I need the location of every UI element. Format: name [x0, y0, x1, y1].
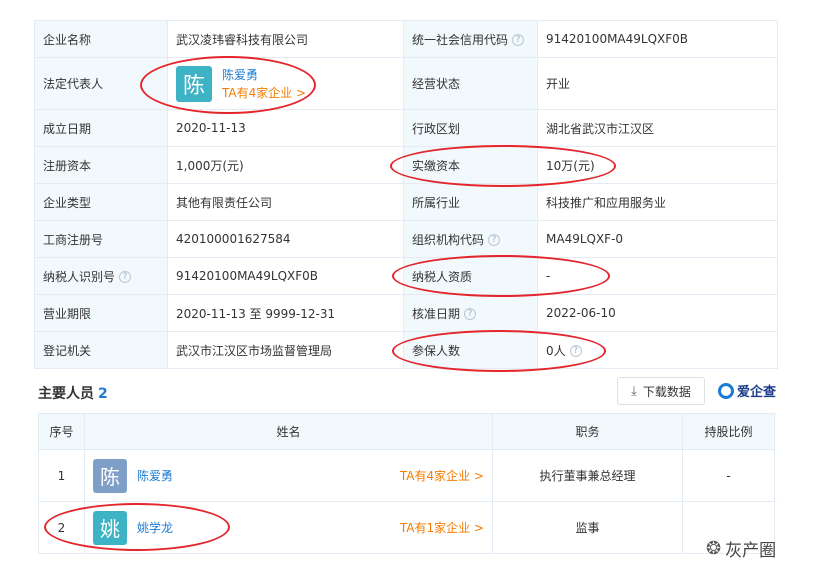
- label-taxpayer-id-text: 纳税人识别号: [43, 269, 116, 284]
- download-icon: ⤓: [631, 383, 637, 399]
- info-row-type: 企业类型 其他有限责任公司 所属行业 科技推广和应用服务业: [34, 183, 778, 221]
- help-icon[interactable]: ?: [464, 308, 477, 320]
- label-status: 经营状态: [403, 57, 538, 110]
- value-business-term: 2020-11-13 至 9999-12-31: [167, 294, 404, 332]
- col-header-position: 职务: [492, 413, 683, 450]
- help-icon[interactable]: ?: [569, 345, 582, 357]
- row-name-cell: 陈 陈爱勇 TA有4家企业 >: [84, 449, 493, 502]
- label-org-code-text: 组织机构代码: [412, 232, 485, 247]
- info-row-founded: 成立日期 2020-11-13 行政区划 湖北省武汉市江汉区: [34, 109, 778, 147]
- download-data-button[interactable]: ⤓ 下载数据: [617, 377, 705, 405]
- col-header-index: 序号: [38, 413, 85, 450]
- value-org-code: MA49LQXF-0: [537, 220, 778, 258]
- info-row-tax: 纳税人识别号? 91420100MA49LQXF0B 纳税人资质 -: [34, 257, 778, 295]
- wechat-icon: ❂: [706, 538, 722, 559]
- value-status: 开业: [537, 57, 778, 110]
- label-reg-number: 工商注册号: [34, 220, 168, 258]
- label-company-type: 企业类型: [34, 183, 168, 221]
- value-reg-authority: 武汉市江汉区市场监督管理局: [167, 331, 404, 369]
- info-row-term: 营业期限 2020-11-13 至 9999-12-31 核准日期? 2022-…: [34, 294, 778, 332]
- label-industry: 所属行业: [403, 183, 538, 221]
- legal-rep-name-link[interactable]: 陈爱勇: [222, 66, 306, 84]
- value-company-type: 其他有限责任公司: [167, 183, 404, 221]
- info-row-authority: 登记机关 武汉市江汉区市场监督管理局 参保人数 0人?: [34, 331, 778, 369]
- legal-rep-avatar[interactable]: 陈: [176, 65, 212, 102]
- label-approval-date-text: 核准日期: [412, 306, 461, 321]
- label-taxpayer-id: 纳税人识别号?: [34, 257, 168, 295]
- info-row-legal-rep: 法定代表人 陈 陈爱勇 TA有4家企业 > 经营状态 开业: [34, 57, 778, 110]
- person-name-link[interactable]: 姚学龙: [137, 519, 173, 536]
- value-reg-number: 420100001627584: [167, 220, 404, 258]
- watermark: ❂ 灰产圈: [706, 536, 776, 561]
- value-paid-capital: 10万(元): [537, 146, 778, 184]
- value-insured-count: 0人?: [537, 331, 778, 369]
- legal-rep-companies-link[interactable]: TA有4家企业 >: [222, 84, 306, 102]
- value-founded: 2020-11-13: [167, 109, 404, 147]
- aiqicha-logo: 爱企查: [718, 381, 776, 400]
- label-company-name: 企业名称: [34, 20, 168, 58]
- person-companies-link[interactable]: TA有4家企业 >: [400, 467, 484, 484]
- person-avatar[interactable]: 陈: [93, 458, 127, 493]
- info-row-capital: 注册资本 1,000万(元) 实缴资本 10万(元): [34, 146, 778, 184]
- label-taxpayer-qualification: 纳税人资质: [403, 257, 538, 295]
- info-row-company-name: 企业名称 武汉凌玮睿科技有限公司 统一社会信用代码? 91420100MA49L…: [34, 20, 778, 58]
- label-org-code: 组织机构代码?: [403, 220, 538, 258]
- label-registered-capital: 注册资本: [34, 146, 168, 184]
- aiqicha-logo-icon: [718, 382, 734, 399]
- table-row: 1 陈 陈爱勇 TA有4家企业 > 执行董事兼总经理 -: [38, 449, 775, 502]
- people-count: 2: [98, 386, 108, 402]
- row-index: 2: [38, 501, 85, 554]
- label-credit-code-text: 统一社会信用代码: [412, 32, 509, 47]
- value-company-name: 武汉凌玮睿科技有限公司: [167, 20, 404, 58]
- people-table-header: 序号 姓名 职务 持股比例: [38, 413, 775, 450]
- people-section-title: 主要人员 2: [38, 383, 108, 403]
- download-data-label: 下载数据: [642, 384, 691, 399]
- value-region: 湖北省武汉市江汉区: [537, 109, 778, 147]
- value-credit-code: 91420100MA49LQXF0B: [537, 20, 778, 58]
- people-section-title-text: 主要人员: [38, 386, 94, 402]
- value-taxpayer-id: 91420100MA49LQXF0B: [167, 257, 404, 295]
- person-avatar[interactable]: 姚: [93, 510, 127, 545]
- table-row: 2 姚 姚学龙 TA有1家企业 > 监事: [38, 501, 775, 554]
- row-position: 监事: [492, 501, 683, 554]
- label-region: 行政区划: [403, 109, 538, 147]
- person-name-link[interactable]: 陈爱勇: [137, 467, 173, 484]
- label-insured-count: 参保人数: [403, 331, 538, 369]
- watermark-text: 灰产圈: [725, 541, 777, 561]
- label-founded: 成立日期: [34, 109, 168, 147]
- col-header-share: 持股比例: [682, 413, 775, 450]
- help-icon[interactable]: ?: [119, 271, 132, 283]
- label-approval-date: 核准日期?: [403, 294, 538, 332]
- row-index: 1: [38, 449, 85, 502]
- label-business-term: 营业期限: [34, 294, 168, 332]
- info-row-reg-no: 工商注册号 420100001627584 组织机构代码? MA49LQXF-0: [34, 220, 778, 258]
- value-industry: 科技推广和应用服务业: [537, 183, 778, 221]
- label-reg-authority: 登记机关: [34, 331, 168, 369]
- row-share: -: [682, 449, 775, 502]
- help-icon[interactable]: ?: [512, 34, 525, 46]
- company-info-table: 企业名称 武汉凌玮睿科技有限公司 统一社会信用代码? 91420100MA49L…: [34, 20, 778, 369]
- value-legal-rep: 陈 陈爱勇 TA有4家企业 >: [167, 57, 404, 110]
- help-icon[interactable]: ?: [488, 234, 501, 246]
- col-header-name: 姓名: [84, 413, 493, 450]
- label-credit-code: 统一社会信用代码?: [403, 20, 538, 58]
- value-taxpayer-qualification: -: [537, 257, 778, 295]
- value-approval-date: 2022-06-10: [537, 294, 778, 332]
- row-name-cell: 姚 姚学龙 TA有1家企业 >: [84, 501, 493, 554]
- people-table: 序号 姓名 职务 持股比例 1 陈 陈爱勇 TA有4家企业 > 执行董事兼总经理…: [38, 413, 775, 554]
- value-insured-count-text: 0人: [546, 343, 566, 358]
- person-companies-link[interactable]: TA有1家企业 >: [400, 519, 484, 536]
- label-legal-rep: 法定代表人: [34, 57, 168, 110]
- aiqicha-logo-text: 爱企查: [737, 385, 777, 400]
- value-registered-capital: 1,000万(元): [167, 146, 404, 184]
- label-paid-capital: 实缴资本: [403, 146, 538, 184]
- row-position: 执行董事兼总经理: [492, 449, 683, 502]
